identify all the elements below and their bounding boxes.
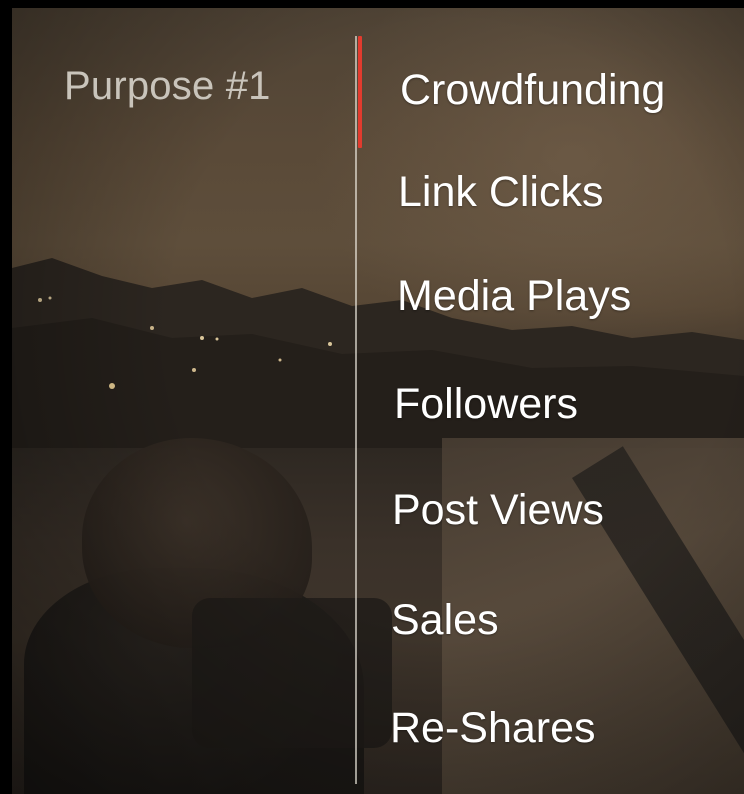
metric-item-post-views: Post Views [392, 486, 604, 534]
metric-item-crowdfunding: Crowdfunding [400, 66, 666, 114]
metric-item-link-clicks: Link Clicks [398, 168, 604, 216]
metric-item-media-plays: Media Plays [397, 272, 632, 320]
metrics-list: Crowdfunding Link Clicks Media Plays Fol… [0, 0, 744, 794]
metric-item-followers: Followers [394, 380, 578, 428]
slide-frame: Purpose #1 Crowdfunding Link Clicks Medi… [0, 0, 744, 794]
metric-item-sales: Sales [391, 596, 499, 644]
metric-item-re-shares: Re-Shares [390, 704, 596, 752]
